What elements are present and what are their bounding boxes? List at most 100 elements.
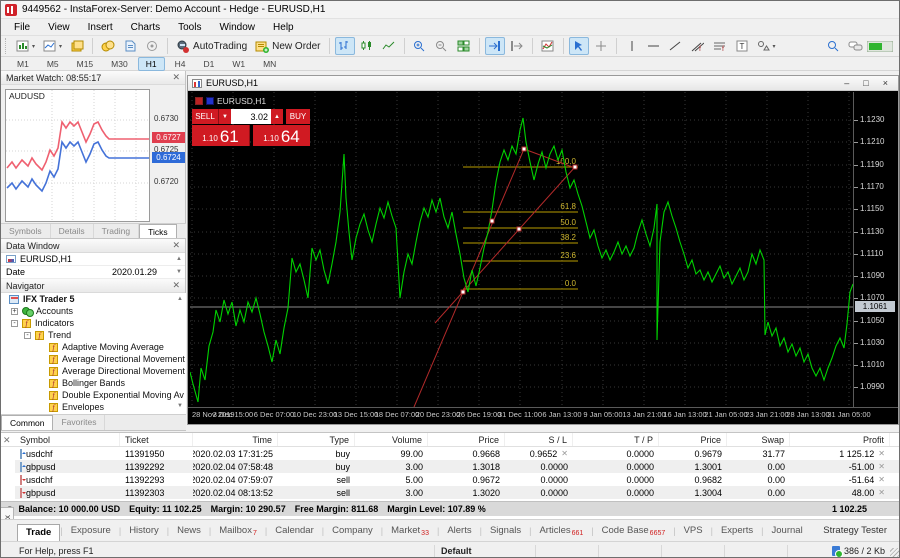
close-icon[interactable]: ✕ <box>172 280 180 291</box>
toolbox-tab-mailbox[interactable]: Mailbox7 <box>211 523 265 539</box>
navigator-item[interactable]: fAdaptive Moving Average <box>1 341 186 353</box>
column-header-volume[interactable]: Volume <box>355 433 428 446</box>
timeframe-m5[interactable]: M5 <box>39 57 67 71</box>
market-watch-tab-symbols[interactable]: Symbols <box>1 224 51 238</box>
new-order-label[interactable]: New Order <box>272 41 320 52</box>
column-header-time[interactable]: Time <box>193 433 278 446</box>
timeframe-mn[interactable]: MN <box>255 57 284 71</box>
horizontal-line-tool-button[interactable] <box>644 37 664 55</box>
line-chart-button[interactable] <box>379 37 399 55</box>
autotrading-button[interactable]: AutoTrading <box>173 37 250 55</box>
new-order-button[interactable]: New Order <box>252 37 323 55</box>
navigator-tab-favorites[interactable]: Favorites <box>53 415 105 430</box>
toolbox-tab-alerts[interactable]: Alerts <box>439 523 479 538</box>
sell-button[interactable]: SELL <box>192 109 219 124</box>
candle-chart-button[interactable] <box>357 37 377 55</box>
trendline-tool-button[interactable] <box>666 37 686 55</box>
toolbox-tab-code-base[interactable]: Code Base6657 <box>594 523 674 539</box>
new-chart-button[interactable]: ▾ <box>13 37 38 55</box>
chevron-down-icon[interactable]: ▾ <box>32 43 35 50</box>
chat-icon[interactable] <box>845 37 866 55</box>
timeframe-m15[interactable]: M15 <box>69 57 102 71</box>
volume-up-button[interactable]: ▲ <box>271 109 283 124</box>
fibonacci-tool-button[interactable]: f <box>710 37 730 55</box>
auto-scroll-button[interactable] <box>485 37 505 55</box>
buy-price[interactable]: 1.1064 <box>253 125 310 146</box>
scroll-up-icon[interactable]: ▲ <box>176 256 182 262</box>
timeframe-w1[interactable]: W1 <box>224 57 253 71</box>
menu-view[interactable]: View <box>39 21 79 34</box>
navigator-item[interactable]: fEnvelopes <box>1 401 186 413</box>
column-header-symbol[interactable]: Symbol <box>15 433 120 446</box>
navigator-item[interactable]: fBollinger Bands <box>1 377 186 389</box>
zoom-out-button[interactable] <box>432 37 452 55</box>
minimize-icon[interactable]: – <box>844 78 849 88</box>
navigator-item[interactable]: IFX Trader 5 <box>1 293 186 305</box>
signal-button[interactable] <box>142 37 162 55</box>
channel-tool-button[interactable]: f <box>688 37 708 55</box>
tick-chart[interactable]: AUDUSD <box>5 89 150 222</box>
strategy-tester-label[interactable]: Strategy Tester <box>823 525 887 536</box>
close-position-icon[interactable]: ✕ <box>878 475 885 484</box>
navigator-item[interactable]: fDouble Exponential Moving Av <box>1 389 186 401</box>
market-watch-tab-ticks[interactable]: Ticks <box>139 224 177 238</box>
column-header-ticket[interactable]: Ticket <box>120 433 193 446</box>
chevron-down-icon[interactable]: ▾ <box>773 43 776 50</box>
close-icon[interactable]: ✕ <box>172 240 180 251</box>
menu-charts[interactable]: Charts <box>122 21 169 34</box>
toolbox-tab-journal[interactable]: Journal <box>764 523 811 538</box>
sell-price[interactable]: 1.1061 <box>192 125 250 146</box>
market-watch-button[interactable] <box>98 37 118 55</box>
shapes-tool-button[interactable]: ▾ <box>754 37 779 55</box>
navigator-item[interactable]: fAverage Directional Movement <box>1 365 186 377</box>
timeframe-h1[interactable]: H1 <box>138 57 165 71</box>
tile-windows-button[interactable] <box>454 37 474 55</box>
volume-down-button[interactable]: ▼ <box>219 109 231 124</box>
chevron-down-icon[interactable]: ▾ <box>59 43 62 50</box>
profiles-button[interactable]: ▾ <box>40 37 65 55</box>
timeframe-m30[interactable]: M30 <box>103 57 136 71</box>
menu-file[interactable]: File <box>5 21 39 34</box>
navigator-item[interactable]: fAverage Directional Movement <box>1 353 186 365</box>
maximize-icon[interactable]: □ <box>863 78 868 88</box>
zoom-in-button[interactable] <box>410 37 430 55</box>
close-icon[interactable]: ✕ <box>172 72 180 83</box>
crosshair-tool-button[interactable] <box>591 37 611 55</box>
menu-tools[interactable]: Tools <box>169 21 210 34</box>
close-position-icon[interactable]: ✕ <box>878 488 885 497</box>
menu-insert[interactable]: Insert <box>79 21 122 34</box>
toolbox-tab-market[interactable]: Market33 <box>383 523 437 539</box>
toolbox-tab-articles[interactable]: Articles661 <box>531 523 591 539</box>
data-window-button[interactable] <box>120 37 140 55</box>
trade-row[interactable]: gbpusd113923032020.02.04 08:13:52sell3.0… <box>15 486 900 499</box>
history-center-button[interactable] <box>67 37 87 55</box>
column-header-sl[interactable]: S / L <box>505 433 573 446</box>
trade-row[interactable]: gbpusd113922922020.02.04 07:58:48buy3.00… <box>15 460 900 473</box>
column-header-swap[interactable]: Swap <box>727 433 790 446</box>
menu-help[interactable]: Help <box>264 21 303 34</box>
toolbox-tab-calendar[interactable]: Calendar <box>267 523 322 538</box>
expand-icon[interactable]: + <box>11 308 18 315</box>
toolbox-tab-company[interactable]: Company <box>324 523 381 538</box>
timeframe-m1[interactable]: M1 <box>9 57 37 71</box>
column-header-profit[interactable]: Profit <box>790 433 890 446</box>
cursor-tool-button[interactable] <box>569 37 589 55</box>
toolbox-tab-news[interactable]: News <box>169 523 209 538</box>
vertical-line-tool-button[interactable] <box>622 37 642 55</box>
menu-window[interactable]: Window <box>210 21 264 34</box>
buy-button[interactable]: BUY <box>286 109 310 124</box>
market-watch-tab-trading[interactable]: Trading <box>94 224 140 238</box>
navigator-tab-common[interactable]: Common <box>1 415 53 430</box>
trade-row[interactable]: usdchf113922932020.02.04 07:59:07sell5.0… <box>15 473 900 486</box>
close-position-icon[interactable]: ✕ <box>878 462 885 471</box>
toolbox-tab-exposure[interactable]: Exposure <box>63 523 119 538</box>
status-profile[interactable]: Default <box>435 542 535 558</box>
column-header-tp[interactable]: T / P <box>573 433 659 446</box>
toolbox-tab-signals[interactable]: Signals <box>482 523 529 538</box>
volume-field[interactable]: 3.02 <box>231 109 271 124</box>
scroll-up-icon[interactable]: ▲ <box>177 296 183 302</box>
collapse-icon[interactable]: - <box>11 320 18 327</box>
text-tool-button[interactable]: T <box>732 37 752 55</box>
chart-shift-button[interactable] <box>507 37 527 55</box>
close-icon[interactable]: ✕ <box>561 449 568 458</box>
